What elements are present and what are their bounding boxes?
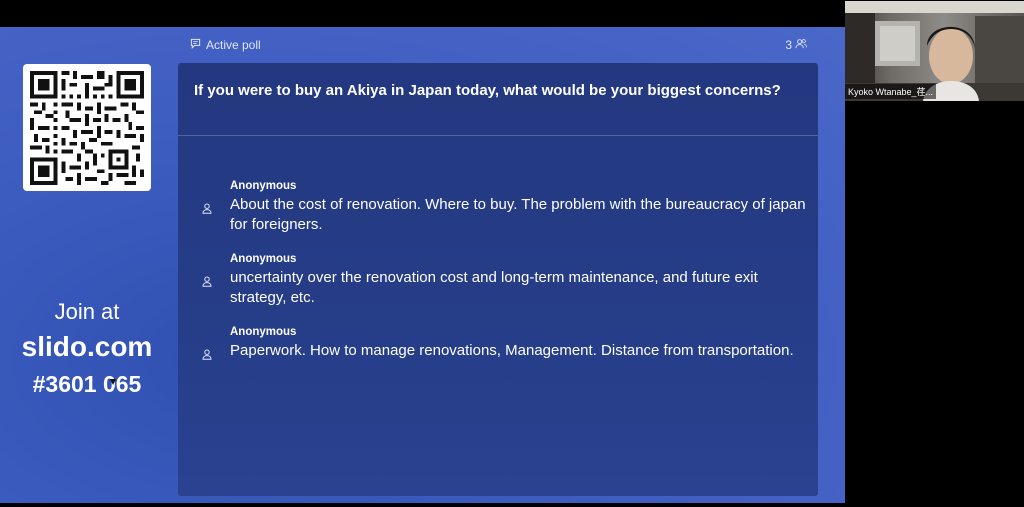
join-domain: slido.com xyxy=(21,331,153,362)
mouse-cursor xyxy=(110,379,116,385)
poll-question: If you were to buy an Akiya in Japan tod… xyxy=(194,82,781,99)
people-icon xyxy=(795,38,807,52)
user-icon xyxy=(202,274,212,292)
poll-panel: If you were to buy an Akiya in Japan tod… xyxy=(178,63,818,496)
slido-shared-screen: Join at slido.com #3601 065 Active poll … xyxy=(0,27,845,503)
response-item: Anonymous About the cost of renovation. … xyxy=(230,180,810,235)
divider xyxy=(178,135,818,136)
participant-video-tile[interactable]: Kyoko Wtanabe_荏... xyxy=(845,1,1024,101)
response-item: Anonymous Paperwork. How to manage renov… xyxy=(230,326,810,361)
response-text: uncertainty over the renovation cost and… xyxy=(230,269,758,306)
participant-name: Kyoko Wtanabe_荏... xyxy=(845,84,937,99)
participant-count-value: 3 xyxy=(785,38,792,52)
join-at-label: Join at xyxy=(54,299,120,324)
response-author: Anonymous xyxy=(230,326,297,338)
response-item: Anonymous uncertainty over the renovatio… xyxy=(230,253,810,308)
response-text: Paperwork. How to manage renovations, Ma… xyxy=(230,342,794,359)
user-icon xyxy=(202,347,212,365)
response-author: Anonymous xyxy=(230,253,297,265)
user-icon xyxy=(202,201,212,219)
response-author: Anonymous xyxy=(230,180,297,192)
chat-icon xyxy=(190,38,201,52)
qr-code xyxy=(23,64,151,191)
event-code: #3601 065 xyxy=(32,371,142,397)
active-poll-header: Active poll xyxy=(190,38,261,52)
active-poll-label: Active poll xyxy=(206,38,261,52)
response-text: About the cost of renovation. Where to b… xyxy=(230,196,806,233)
participant-count: 3 xyxy=(785,38,807,52)
